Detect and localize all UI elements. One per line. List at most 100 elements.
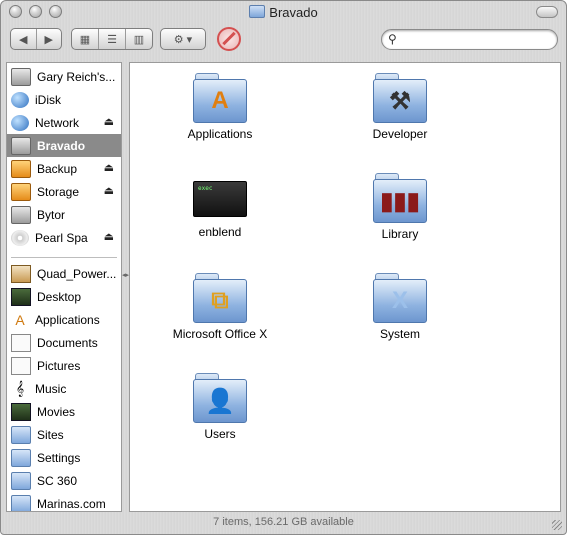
sidebar-item-label: Desktop [37,289,82,304]
title-bar[interactable]: Bravado [1,1,566,23]
sidebar-item-label: iDisk [35,92,61,107]
sidebar-item-label: Backup [37,161,78,176]
terminal-executable-icon: exec [193,181,247,217]
action-menu-button[interactable]: ⚙ ▾ [160,28,206,50]
view-control: ▦ ☰ ▥ [71,28,153,50]
eject-icon[interactable]: ⏏ [104,115,114,128]
status-bar: 7 items, 156.21 GB available [1,512,566,534]
search-input[interactable] [404,32,553,49]
item-system[interactable]: X System [325,273,475,341]
no-entry-button[interactable] [217,27,241,51]
eject-icon[interactable]: ⏏ [104,184,114,197]
item-label: System [379,327,420,341]
item-label: Library [381,227,419,241]
sidebar-item-pictures[interactable]: Pictures [7,354,121,377]
pictures-icon [11,356,31,375]
icon-view-icon: ▦ [79,33,91,46]
sidebar-splitter[interactable]: ◂▸ [122,271,129,279]
office-folder-icon: ⧉ [193,273,247,323]
eject-icon[interactable]: ⏏ [104,161,114,174]
sidebar-item-sites[interactable]: Sites [7,423,121,446]
list-view-icon: ☰ [107,33,117,46]
sidebar-item-computer[interactable]: Gary Reich's... [7,65,121,88]
sidebar-item-label: Movies [37,404,76,419]
list-view-button[interactable]: ☰ [99,29,126,49]
eject-icon[interactable]: ⏏ [104,230,114,243]
sidebar-item-label: Storage [37,184,80,199]
item-library[interactable]: ▮▮▮ Library [325,173,475,241]
sidebar-item-home[interactable]: Quad_Power... [7,262,121,285]
finder-window: Bravado ◀ ▶ ▦ ☰ ▥ ⚙ ▾ ⚲ Gary Reich's... … [0,0,567,535]
sidebar-item-label: Marinas.com [37,496,106,511]
firewire-drive-icon [11,182,31,201]
toolbar-toggle-button[interactable] [536,6,558,18]
item-label: Microsoft Office X [172,327,268,341]
back-arrow-icon: ◀ [19,33,28,46]
sidebar-item-label: Bytor [37,207,66,222]
sidebar-item-pearl-spa[interactable]: Pearl Spa ⏏ [7,226,121,249]
column-view-icon: ▥ [133,33,145,46]
folder-icon [11,425,31,444]
sidebar-item-label: Sites [37,427,64,442]
sidebar-divider [11,249,117,258]
drive-icon [249,5,266,18]
sidebar-item-documents[interactable]: Documents [7,331,121,354]
item-applications[interactable]: A Applications [145,73,295,141]
desktop-icon [11,287,31,306]
home-icon [11,264,31,283]
sidebar-item-storage[interactable]: Storage ⏏ [7,180,121,203]
applications-folder-icon: A [193,73,247,123]
item-enblend[interactable]: exec enblend [145,173,295,239]
search-field[interactable]: ⚲ [381,29,558,50]
back-button[interactable]: ◀ [11,29,37,49]
sidebar-item-movies[interactable]: Movies [7,400,121,423]
sidebar-item-applications[interactable]: A Applications [7,308,121,331]
sidebar-item-idisk[interactable]: iDisk [7,88,121,111]
system-folder-icon: X [373,273,427,323]
sidebar-item-label: Music [35,381,67,396]
sidebar-item-label: Applications [35,312,100,327]
firewire-drive-icon [11,159,31,178]
item-developer[interactable]: ⚒ Developer [325,73,475,141]
sidebar-item-sc-360[interactable]: SC 360 [7,469,121,492]
column-view-button[interactable]: ▥ [126,29,152,49]
documents-icon [11,333,31,352]
applications-icon: A [15,311,25,328]
sidebar-item-network[interactable]: Network ⏏ [7,111,121,134]
window-title: Bravado [1,5,566,20]
sidebar-item-label: SC 360 [37,473,78,488]
computer-icon [11,67,31,86]
sidebar-item-backup[interactable]: Backup ⏏ [7,157,121,180]
item-label: Users [204,427,236,441]
item-label: Developer [372,127,428,141]
sidebar-item-marinas[interactable]: Marinas.com [7,492,121,511]
icon-view-button[interactable]: ▦ [72,29,99,49]
search-icon: ⚲ [388,32,397,46]
hard-drive-icon [11,136,31,155]
item-microsoft-office-x[interactable]: ⧉ Microsoft Office X [145,273,295,341]
users-folder-icon: 👤 [193,373,247,423]
developer-folder-icon: ⚒ [373,73,427,123]
window-title-text: Bravado [269,5,318,20]
folder-icon [11,471,31,490]
sidebar-item-settings[interactable]: Settings [7,446,121,469]
item-users[interactable]: 👤 Users [145,373,295,441]
item-label: enblend [198,225,242,239]
sidebar-item-music[interactable]: 𝄞 Music [7,377,121,400]
network-globe-icon [11,114,29,131]
sidebar-item-label: Quad_Power... [37,266,117,281]
sidebar: Gary Reich's... iDisk Network ⏏ Bravado … [6,62,122,512]
sidebar-item-desktop[interactable]: Desktop [7,285,121,308]
forward-button[interactable]: ▶ [37,29,62,49]
back-forward-control: ◀ ▶ [10,28,62,50]
status-text: 7 items, 156.21 GB available [213,516,354,528]
sidebar-item-bytor[interactable]: Bytor [7,203,121,226]
folder-icon [11,494,31,511]
sidebar-item-label: Gary Reich's... [37,69,116,84]
sidebar-item-bravado[interactable]: Bravado [7,134,121,157]
sidebar-item-label: Bravado [37,138,86,153]
resize-grip[interactable] [552,520,562,530]
hard-drive-icon [11,205,31,224]
sidebar-item-label: Pictures [37,358,81,373]
library-folder-icon: ▮▮▮ [373,173,427,223]
